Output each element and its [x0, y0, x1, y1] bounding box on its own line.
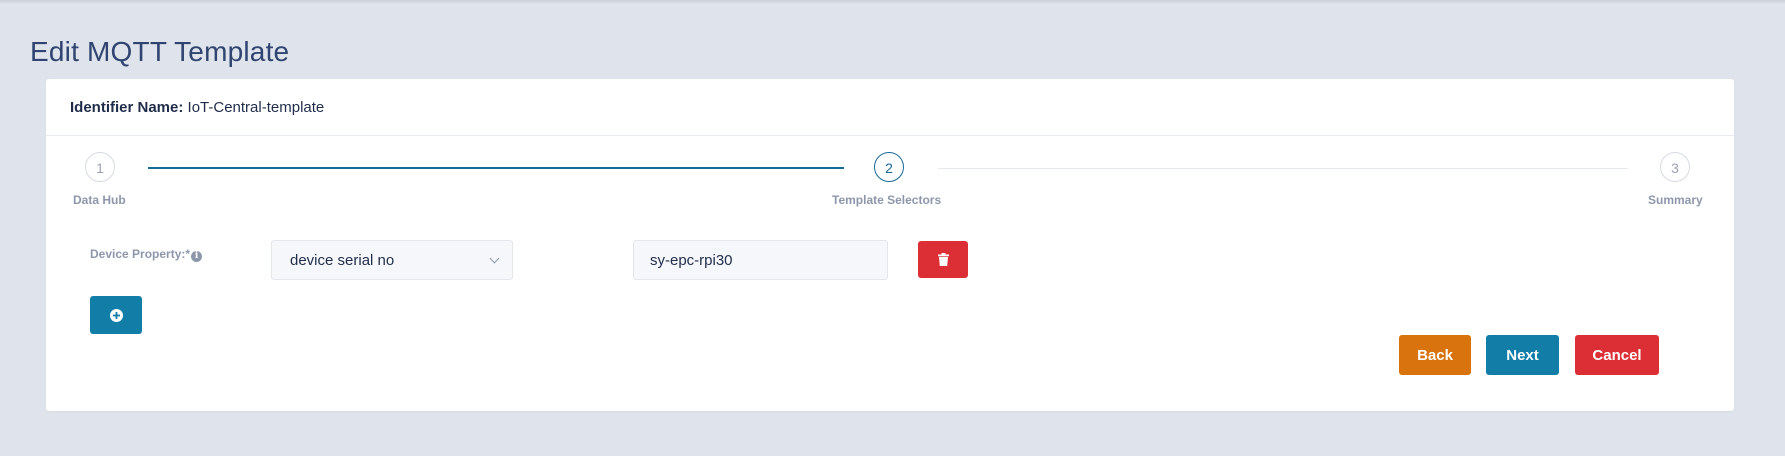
- top-bar-shadow: [0, 0, 1785, 4]
- plus-circle-icon: [109, 308, 123, 322]
- identifier-label: Identifier Name:: [70, 99, 184, 116]
- step-connector-1-2: [148, 167, 844, 169]
- step-1-label: Data Hub: [73, 193, 126, 207]
- cancel-button[interactable]: Cancel: [1575, 335, 1659, 375]
- step-1-circle: 1: [85, 152, 115, 182]
- identifier-value: IoT-Central-template: [187, 99, 325, 116]
- next-button[interactable]: Next: [1486, 335, 1559, 375]
- info-circle-icon[interactable]: i: [191, 251, 203, 262]
- step-3-circle: 3: [1660, 152, 1690, 182]
- device-property-select[interactable]: device serial no: [271, 240, 513, 280]
- trash-icon: [937, 253, 949, 266]
- step-2-circle: 2: [874, 152, 904, 182]
- page-title: Edit MQTT Template: [30, 36, 290, 67]
- device-property-label-text: Device Property:*: [90, 247, 191, 261]
- chevron-down-icon: [489, 253, 500, 264]
- delete-selector-button[interactable]: [918, 241, 968, 278]
- step-connector-2-3: [938, 168, 1628, 169]
- device-property-value-input[interactable]: [633, 240, 888, 280]
- card-header: Identifier Name: IoT-Central-template: [46, 79, 1734, 136]
- step-3[interactable]: 3: [1660, 152, 1690, 182]
- step-2[interactable]: 2: [874, 152, 904, 182]
- device-property-select-value: device serial no: [290, 252, 395, 269]
- device-property-label: Device Property:* i: [90, 247, 203, 262]
- step-3-label: Summary: [1648, 193, 1703, 207]
- template-card: Identifier Name: IoT-Central-template 1 …: [46, 79, 1734, 411]
- step-1[interactable]: 1: [85, 152, 115, 182]
- step-2-label: Template Selectors: [832, 193, 942, 207]
- back-button[interactable]: Back: [1399, 335, 1471, 375]
- add-selector-button[interactable]: [90, 296, 142, 334]
- identifier-name: Identifier Name: IoT-Central-template: [70, 99, 324, 116]
